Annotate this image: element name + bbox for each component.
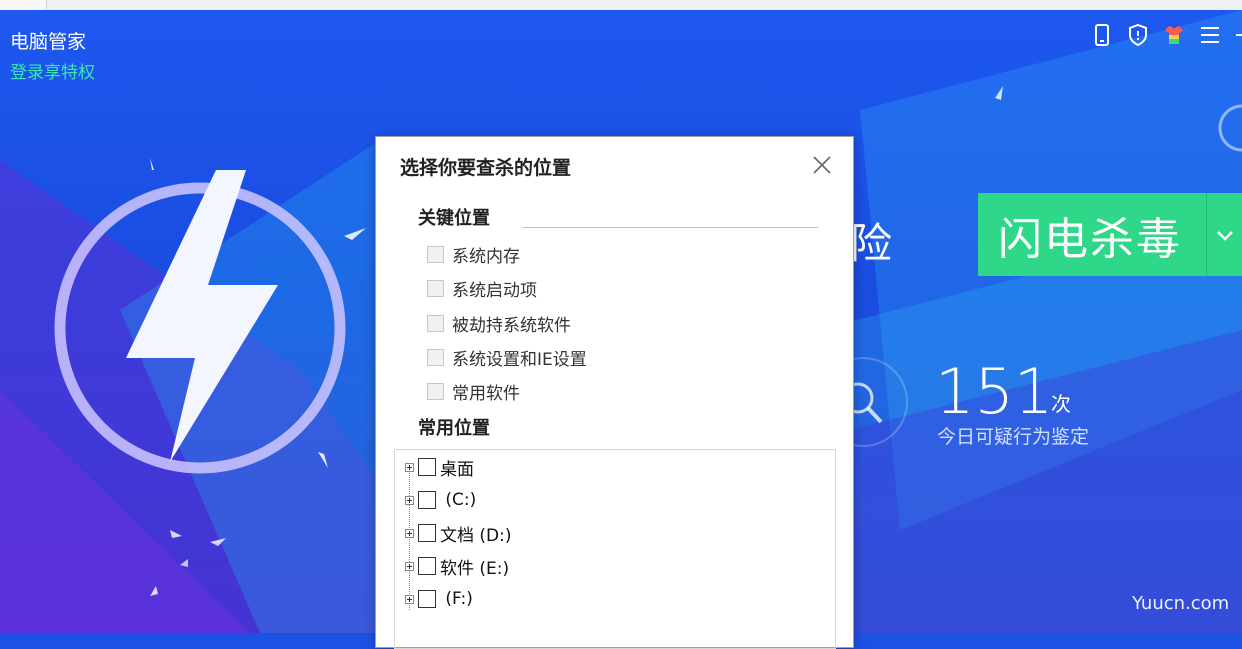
section-divider <box>522 227 818 228</box>
checkbox[interactable] <box>418 458 436 476</box>
behavior-count-label: 今日可疑行为鉴定 <box>937 426 1090 448</box>
scan-location-dialog: 选择你要查杀的位置 关键位置 系统内存 系统启动项 被劫持系统软件 系统设置和I… <box>375 136 854 649</box>
key-section-title: 关键位置 <box>418 208 490 229</box>
close-icon[interactable] <box>812 155 832 175</box>
key-item-label: 常用软件 <box>452 384 520 404</box>
key-item-software[interactable]: 常用软件 <box>427 379 520 404</box>
behavior-count-unit: 次 <box>1051 392 1071 416</box>
menu-icon[interactable] <box>1198 23 1222 47</box>
location-tree[interactable]: 桌面 (C:) 文档 (D:) 软件 (E:) (F:) <box>394 449 836 649</box>
flash-scan-label: 闪电杀毒 <box>998 213 1182 265</box>
common-section-title: 常用位置 <box>418 418 490 439</box>
checkbox[interactable] <box>427 349 444 366</box>
key-item-label: 系统设置和IE设置 <box>452 350 587 370</box>
partial-status-text: 险 <box>850 219 893 268</box>
expand-icon[interactable] <box>405 594 414 604</box>
tree-node-label: (F:) <box>440 589 473 609</box>
watermark: Yuucn.com <box>1132 593 1230 614</box>
key-item-memory[interactable]: 系统内存 <box>427 242 520 267</box>
shield-icon[interactable] <box>1126 23 1150 47</box>
key-item-label: 被劫持系统软件 <box>452 316 571 336</box>
shirt-icon[interactable] <box>1162 23 1186 47</box>
title-bar-icons <box>1090 23 1242 47</box>
checkbox[interactable] <box>418 524 436 542</box>
checkbox[interactable] <box>427 383 444 400</box>
phone-icon[interactable] <box>1090 23 1114 47</box>
expand-icon[interactable] <box>405 561 414 571</box>
window-tab-stub[interactable] <box>0 0 47 9</box>
tree-node-c[interactable]: (C:) <box>405 490 476 510</box>
checkbox[interactable] <box>418 491 436 509</box>
tree-node-label: (C:) <box>440 490 477 510</box>
tree-node-d[interactable]: 文档 (D:) <box>405 523 512 546</box>
expand-icon[interactable] <box>405 528 414 538</box>
tree-node-f[interactable]: (F:) <box>405 589 473 609</box>
key-item-label: 系统内存 <box>452 247 520 267</box>
tree-node-label: 软件 (E:) <box>440 558 510 579</box>
key-item-settings[interactable]: 系统设置和IE设置 <box>427 345 587 370</box>
behavior-count: 151 <box>935 355 1054 428</box>
flash-scan-button[interactable]: 闪电杀毒 <box>978 193 1242 276</box>
checkbox[interactable] <box>427 246 444 263</box>
key-item-startup[interactable]: 系统启动项 <box>427 276 537 301</box>
checkbox[interactable] <box>427 315 444 332</box>
checkbox[interactable] <box>418 557 436 575</box>
minimize-icon[interactable] <box>1234 23 1242 47</box>
key-item-label: 系统启动项 <box>452 281 537 301</box>
login-link[interactable]: 登录享特权 <box>10 58 95 83</box>
checkbox[interactable] <box>427 280 444 297</box>
tree-node-label: 桌面 <box>440 459 474 480</box>
expand-icon[interactable] <box>405 462 414 472</box>
app-title: 电脑管家 <box>10 31 87 53</box>
checkbox[interactable] <box>418 590 436 608</box>
tree-node-e[interactable]: 软件 (E:) <box>405 556 510 579</box>
key-item-hijacked[interactable]: 被劫持系统软件 <box>427 311 571 336</box>
tree-node-label: 文档 (D:) <box>440 525 512 546</box>
dialog-title: 选择你要查杀的位置 <box>400 157 572 179</box>
tree-node-desktop[interactable]: 桌面 <box>405 457 474 480</box>
chevron-down-icon[interactable] <box>1206 193 1242 276</box>
expand-icon[interactable] <box>405 495 414 505</box>
